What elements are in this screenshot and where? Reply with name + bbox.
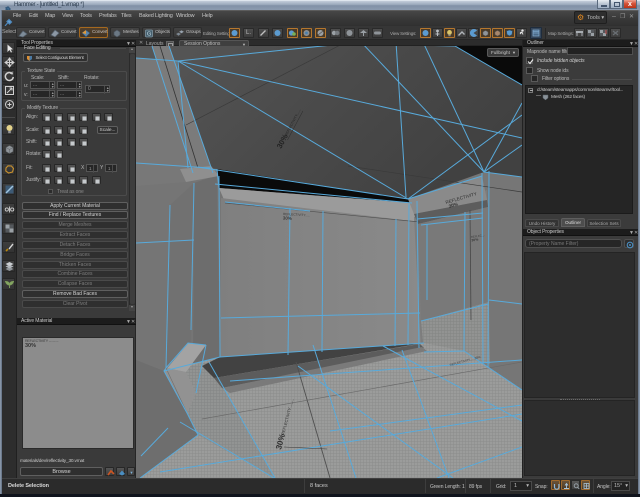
svg-text:G: G xyxy=(147,32,151,38)
svg-text:30%: 30% xyxy=(283,215,292,220)
